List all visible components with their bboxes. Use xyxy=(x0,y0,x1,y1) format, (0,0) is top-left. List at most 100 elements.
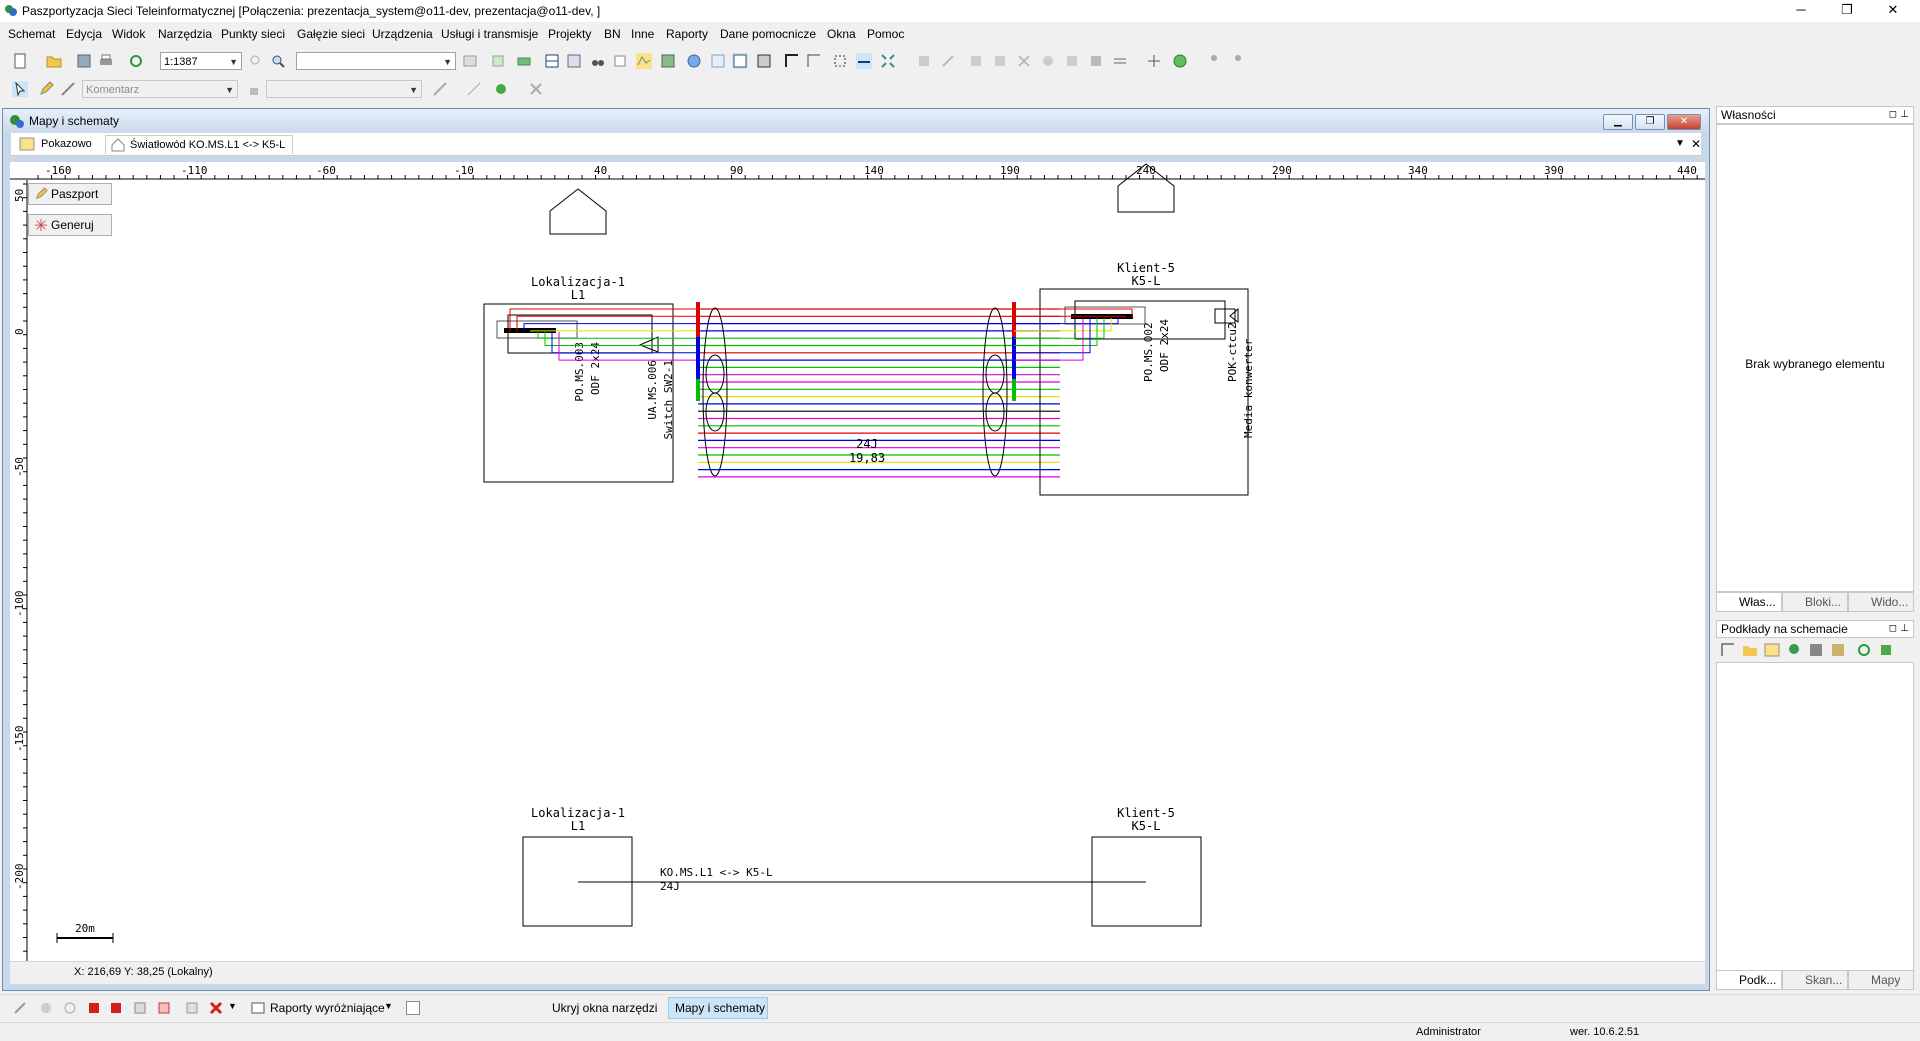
layer-combo[interactable]: ▼ xyxy=(296,52,456,70)
highlight-reports-button[interactable]: Raporty wyróżniające xyxy=(270,1001,385,1015)
tab-views[interactable]: Wido... xyxy=(1848,592,1914,612)
tab-layers[interactable]: Podk... xyxy=(1716,970,1782,990)
menu-raporty[interactable]: Raporty xyxy=(666,27,708,41)
line-tool-icon[interactable] xyxy=(60,81,76,97)
new-icon[interactable] xyxy=(12,53,28,69)
checkbox[interactable] xyxy=(406,1001,420,1015)
menu-edycja[interactable]: Edycja xyxy=(66,27,102,41)
float-icon[interactable]: ◻ xyxy=(1889,107,1897,123)
edit-square-icon[interactable] xyxy=(132,1000,148,1016)
layer-icon[interactable] xyxy=(516,53,532,69)
menu-dane-pomocnicze[interactable]: Dane pomocnicze xyxy=(720,27,816,41)
print-icon[interactable] xyxy=(98,53,114,69)
tab-properties[interactable]: Włas... xyxy=(1716,592,1782,612)
add-folder-icon[interactable] xyxy=(1742,642,1758,658)
red-square-icon[interactable] xyxy=(86,1000,102,1016)
image-icon[interactable] xyxy=(566,53,582,69)
menu-projekty[interactable]: Projekty xyxy=(548,27,591,41)
copy-icon[interactable] xyxy=(490,53,506,69)
open-folder-icon[interactable] xyxy=(46,53,62,69)
tree-icon[interactable] xyxy=(1786,642,1802,658)
comment-combo[interactable]: Komentarz ▼ xyxy=(82,80,238,98)
menu-punkty-sieci[interactable]: Punkty sieci xyxy=(221,27,285,41)
save-icon[interactable] xyxy=(76,53,92,69)
tab-swiatlowod[interactable]: Światłowód KO.MS.L1 <-> K5-L xyxy=(105,135,293,154)
float-icon[interactable]: ◻ xyxy=(1889,621,1897,637)
gray-layer-icon[interactable] xyxy=(1808,642,1824,658)
converter-port-icon[interactable] xyxy=(1229,307,1239,323)
pin-icon[interactable]: ⊥ xyxy=(1900,621,1909,637)
refresh-icon[interactable] xyxy=(1856,642,1872,658)
snap-icon[interactable] xyxy=(756,53,772,69)
menu-widok[interactable]: Widok xyxy=(112,27,145,41)
location-box[interactable] xyxy=(1039,288,1249,496)
maps-window-titlebar[interactable]: Mapy i schematy ▁ ❐ ✕ xyxy=(3,109,1709,133)
menu-narzedzia[interactable]: Narzędzia xyxy=(158,27,212,41)
menu-urzadzenia[interactable]: Urządzenia xyxy=(372,27,433,41)
draw-line-icon[interactable] xyxy=(432,81,448,97)
passport-button[interactable]: Paszport xyxy=(28,183,112,205)
measure-icon[interactable] xyxy=(856,53,872,69)
maps-window-button[interactable]: Mapy i schematy xyxy=(668,997,768,1019)
frame2-icon[interactable] xyxy=(806,53,822,69)
mdi-close-button[interactable]: ✕ xyxy=(1667,114,1701,130)
tab-scans[interactable]: Skan... xyxy=(1782,970,1848,990)
red-square2-icon[interactable] xyxy=(108,1000,124,1016)
tool-h-icon[interactable] xyxy=(1112,53,1128,69)
menu-bn[interactable]: BN xyxy=(604,27,621,41)
zoom-out-icon[interactable] xyxy=(248,53,264,69)
cable-start-marker[interactable] xyxy=(702,307,728,477)
cable-end-marker[interactable] xyxy=(982,307,1008,477)
tab-blocks[interactable]: Bloki... xyxy=(1782,592,1848,612)
remove-node-icon[interactable] xyxy=(528,81,544,97)
sat-icon[interactable] xyxy=(660,53,676,69)
chevron-down-icon[interactable]: ▼ xyxy=(384,1001,393,1011)
tab-maps[interactable]: Mapy xyxy=(1848,970,1914,990)
building-icon[interactable] xyxy=(549,188,607,235)
grid-table-icon[interactable] xyxy=(732,53,748,69)
grid-icon[interactable] xyxy=(184,1000,200,1016)
mdi-minimize-button[interactable]: ▁ xyxy=(1603,114,1633,130)
map-icon[interactable] xyxy=(636,53,652,69)
menu-pomoc[interactable]: Pomoc xyxy=(867,27,904,41)
delete-icon[interactable] xyxy=(1016,53,1032,69)
image-layer-icon[interactable] xyxy=(1830,642,1846,658)
select-icon[interactable] xyxy=(612,53,628,69)
menu-okna[interactable]: Okna xyxy=(827,27,856,41)
tool-f-icon[interactable] xyxy=(1064,53,1080,69)
generate-button[interactable]: Generuj xyxy=(28,214,112,236)
tabs-menu-arrow[interactable]: ▼ xyxy=(1675,135,1685,153)
pin-icon[interactable]: ⊥ xyxy=(1900,107,1909,123)
expand-icon[interactable] xyxy=(880,53,896,69)
chevron-down-icon[interactable]: ▼ xyxy=(228,1001,237,1011)
mdi-restore-button[interactable]: ❐ xyxy=(1635,114,1665,130)
grid-icon[interactable] xyxy=(544,53,560,69)
switch-port-icon[interactable] xyxy=(638,336,659,353)
restore-button[interactable]: ❐ xyxy=(1824,0,1870,22)
menu-inne[interactable]: Inne xyxy=(631,27,654,41)
secondary-combo[interactable]: ▼ xyxy=(266,80,422,98)
puzzle-icon[interactable] xyxy=(1878,642,1894,658)
delete-icon[interactable] xyxy=(208,1000,224,1016)
pen-icon[interactable] xyxy=(12,1000,28,1016)
person2-icon[interactable] xyxy=(1230,53,1246,69)
tool-e-icon[interactable] xyxy=(1040,53,1056,69)
person-icon[interactable] xyxy=(1206,53,1222,69)
crosshair-icon[interactable] xyxy=(1146,53,1162,69)
tool-c-icon[interactable] xyxy=(968,53,984,69)
tool-d-icon[interactable] xyxy=(992,53,1008,69)
pointer-icon[interactable] xyxy=(12,81,28,97)
target-icon[interactable] xyxy=(62,1000,78,1016)
zoom-icon[interactable] xyxy=(270,53,286,69)
menu-uslugi[interactable]: Usługi i transmisje xyxy=(441,27,538,41)
frame-icon[interactable] xyxy=(784,53,800,69)
menu-schemat[interactable]: Schemat xyxy=(8,27,55,41)
split-line-icon[interactable] xyxy=(466,81,482,97)
tools-icon[interactable] xyxy=(38,1000,54,1016)
globe-icon[interactable] xyxy=(1172,53,1188,69)
schematic-svg[interactable]: -160 -110 -60 -10 40 90 140 190 240 290 … xyxy=(10,162,1705,961)
fit-icon[interactable] xyxy=(832,53,848,69)
tool-g-icon[interactable] xyxy=(1088,53,1104,69)
info-icon[interactable] xyxy=(686,53,702,69)
close-button[interactable]: ✕ xyxy=(1870,0,1916,22)
